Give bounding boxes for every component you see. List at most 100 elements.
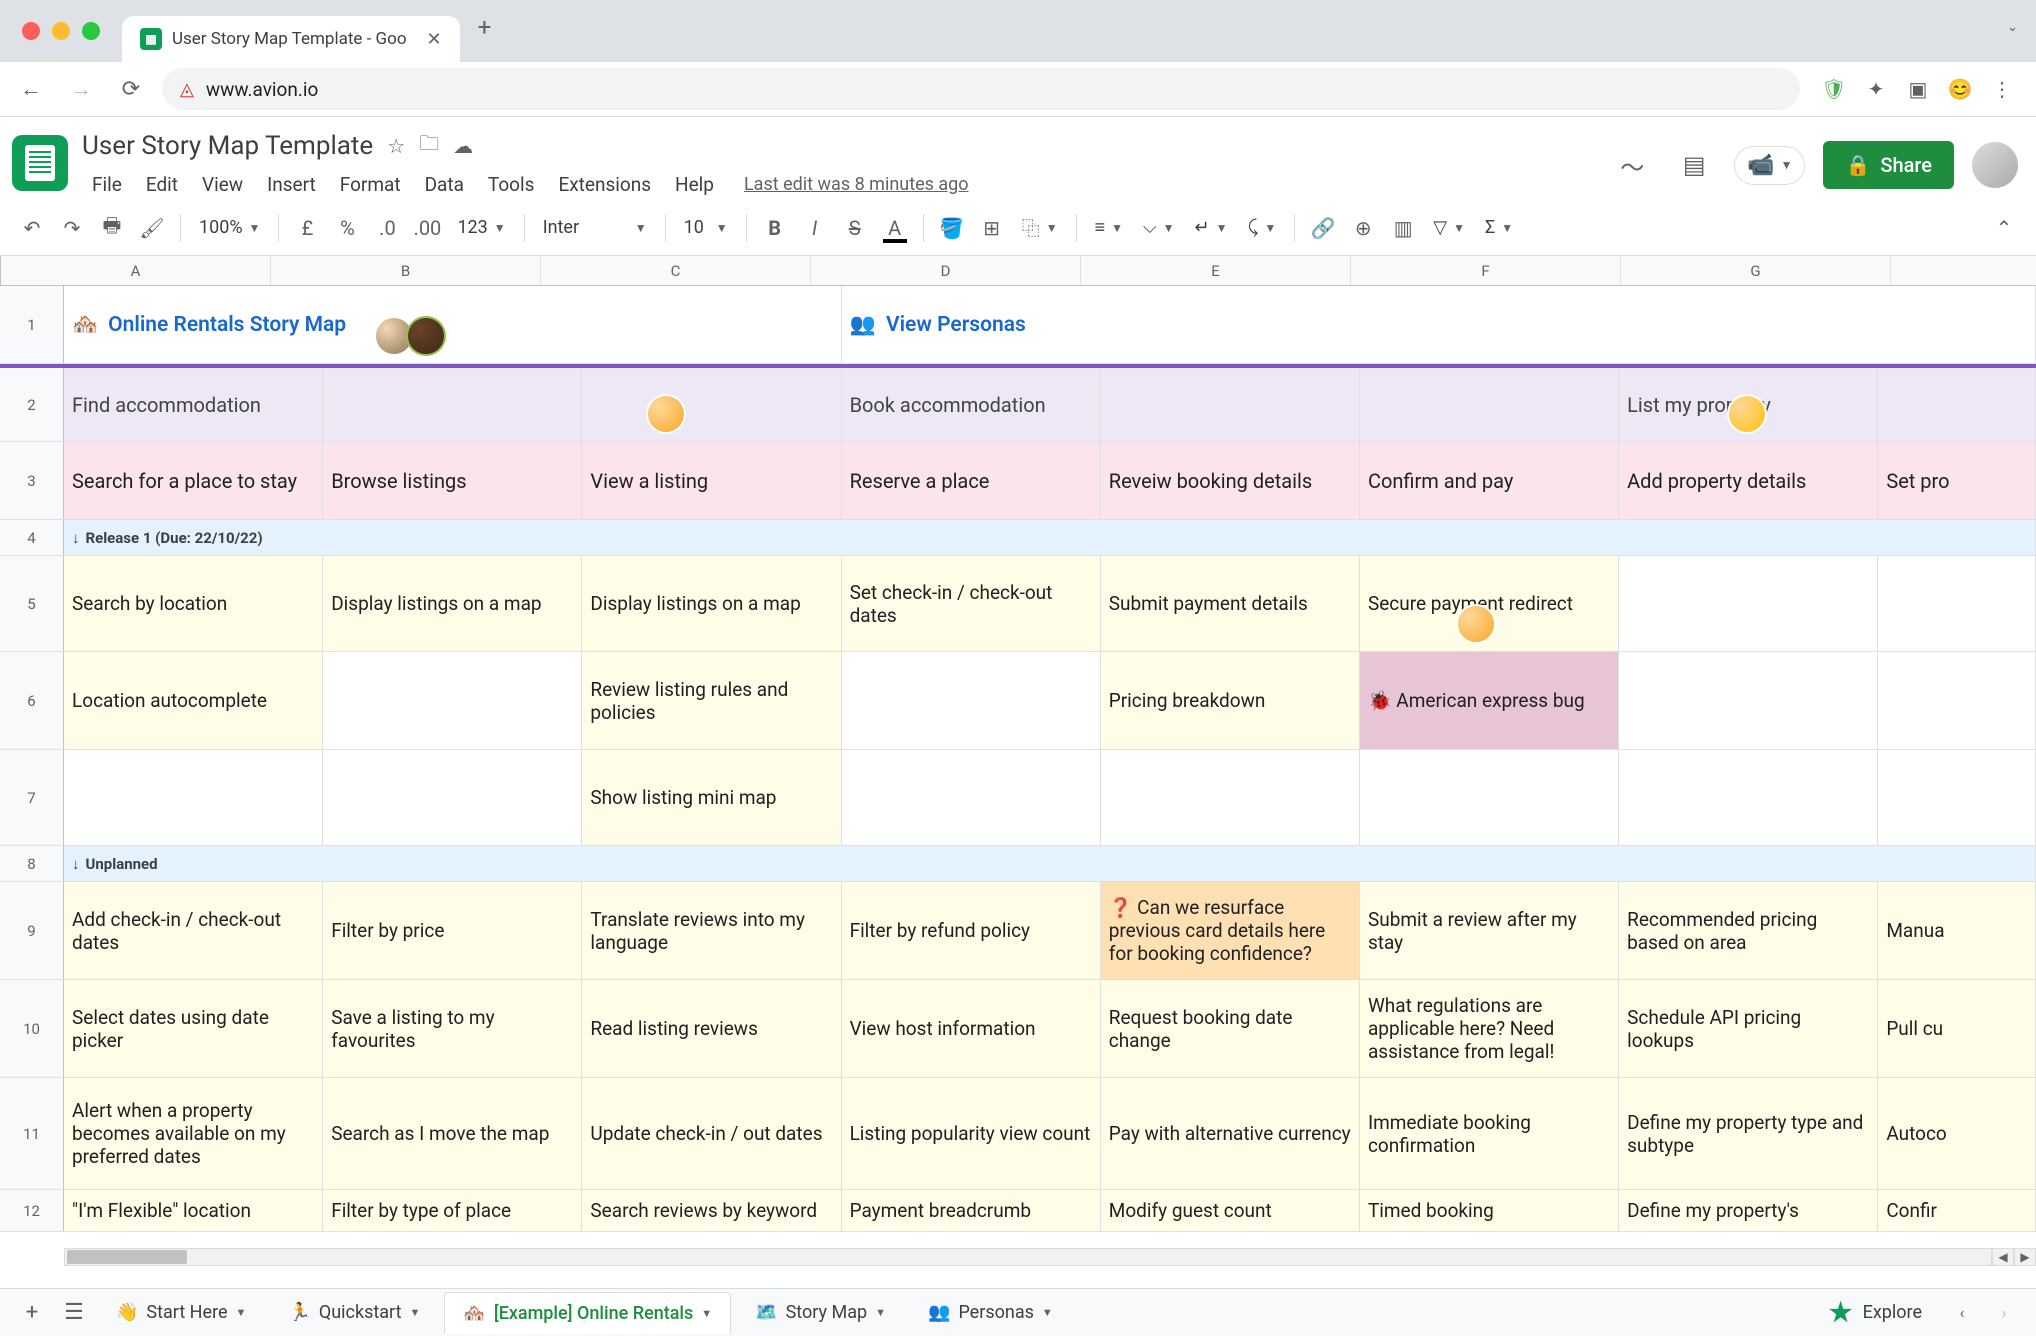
browser-tab[interactable]: ▦ User Story Map Template - Goo ✕	[122, 16, 460, 62]
sheets-logo[interactable]	[12, 135, 68, 191]
italic-button[interactable]: I	[797, 210, 833, 246]
cell[interactable]: Find accommodation	[64, 368, 323, 441]
maximize-window-button[interactable]	[82, 22, 100, 40]
cell[interactable]	[1101, 750, 1360, 845]
cell[interactable]: Review listing rules and policies	[582, 652, 841, 749]
cell[interactable]: Select dates using date picker	[64, 980, 323, 1077]
scroll-thumb[interactable]	[67, 1250, 187, 1264]
row-header-3[interactable]: 3	[0, 442, 64, 519]
percent-button[interactable]: %	[329, 210, 365, 246]
cell[interactable]: Timed booking	[1360, 1190, 1619, 1231]
merge-button[interactable]: ⿻▼	[1014, 215, 1066, 241]
cell[interactable]: What regulations are applicable here? Ne…	[1360, 980, 1619, 1077]
sheet-tab[interactable]: 🏃Quickstart▼	[270, 1292, 438, 1334]
panel-icon[interactable]: ▣	[1904, 75, 1932, 103]
tab-scroll-right-button[interactable]: ›	[1986, 1295, 2022, 1331]
cell[interactable]	[1360, 368, 1619, 441]
forward-button[interactable]: →	[62, 70, 100, 108]
cell[interactable]: Define my property type and subtype	[1619, 1078, 1878, 1189]
cell[interactable]: Search as I move the map	[323, 1078, 582, 1189]
h-align-button[interactable]: ≡▼	[1087, 217, 1131, 238]
cell[interactable]	[1878, 750, 2036, 845]
chevron-down-icon[interactable]: ▼	[701, 1307, 712, 1320]
cell[interactable]: Immediate booking confirmation	[1360, 1078, 1619, 1189]
column-header-B[interactable]: B	[271, 256, 541, 285]
menu-view[interactable]: View	[192, 169, 253, 200]
cell[interactable]: Autoco	[1878, 1078, 2036, 1189]
cell[interactable]	[1878, 556, 2036, 651]
column-header-F[interactable]: F	[1351, 256, 1621, 285]
cell[interactable]: ❓ Can we resurface previous card details…	[1101, 882, 1360, 979]
filter-button[interactable]: ▽▼	[1425, 217, 1473, 238]
cell[interactable]: Request booking date change	[1101, 980, 1360, 1077]
undo-button[interactable]: ↶	[14, 210, 50, 246]
cell[interactable]: Book accommodation	[842, 368, 1101, 441]
chevron-down-icon[interactable]: ▼	[236, 1306, 247, 1319]
cell[interactable]: Filter by type of place	[323, 1190, 582, 1231]
cloud-status-icon[interactable]: ☁	[453, 134, 473, 158]
comments-icon[interactable]: ▤	[1672, 143, 1716, 187]
cell[interactable]: Location autocomplete	[64, 652, 323, 749]
cell[interactable]	[64, 750, 323, 845]
cell[interactable]	[323, 750, 582, 845]
chart-button[interactable]: ▥	[1385, 210, 1421, 246]
fill-color-button[interactable]: 🪣	[934, 210, 970, 246]
column-header-C[interactable]: C	[541, 256, 811, 285]
map-title-cell[interactable]: 🏘️ Online Rentals Story Map	[64, 286, 842, 363]
bold-button[interactable]: B	[757, 210, 793, 246]
persona-avatar[interactable]	[1456, 604, 1496, 644]
font-dropdown[interactable]: Inter▼	[535, 217, 655, 238]
borders-button[interactable]: ⊞	[974, 210, 1010, 246]
scroll-left-icon[interactable]: ◀	[1992, 1248, 2014, 1266]
spreadsheet-grid[interactable]: 1🏘️ Online Rentals Story Map👥 View Perso…	[0, 286, 2036, 1266]
cell[interactable]: Submit payment details	[1101, 556, 1360, 651]
cell[interactable]: Search by location	[64, 556, 323, 651]
star-icon[interactable]: ☆	[387, 134, 405, 158]
paint-format-button[interactable]: 🖌	[134, 210, 170, 246]
meet-button[interactable]: 📹 ▼	[1734, 146, 1805, 185]
cell[interactable]	[323, 368, 582, 441]
cell[interactable]: Set check-in / check-out dates	[842, 556, 1101, 651]
column-header-E[interactable]: E	[1081, 256, 1351, 285]
comment-button[interactable]: ⊕	[1345, 210, 1381, 246]
cell[interactable]: "I'm Flexible" location	[64, 1190, 323, 1231]
release-header[interactable]: ↓ Release 1 (Due: 22/10/22)	[64, 520, 2036, 555]
row-header-5[interactable]: 5	[0, 556, 64, 651]
sheet-tab[interactable]: 🗺️Story Map▼	[737, 1292, 904, 1334]
cell[interactable]: Define my property's	[1619, 1190, 1878, 1231]
row-header-10[interactable]: 10	[0, 980, 64, 1077]
persona-avatar[interactable]	[646, 394, 686, 434]
cell[interactable]	[1360, 750, 1619, 845]
menu-edit[interactable]: Edit	[136, 169, 188, 200]
share-button[interactable]: 🔒 Share	[1823, 141, 1954, 189]
font-size-dropdown[interactable]: 10▼	[676, 217, 736, 238]
row-header-12[interactable]: 12	[0, 1190, 64, 1231]
currency-button[interactable]: £	[289, 210, 325, 246]
cell[interactable]: Reveiw booking details	[1101, 442, 1360, 519]
cell[interactable]: Filter by refund policy	[842, 882, 1101, 979]
account-avatar[interactable]	[1972, 142, 2018, 188]
persona-avatar[interactable]	[406, 316, 446, 356]
view-personas-link[interactable]: 👥 View Personas	[842, 286, 2036, 363]
cell[interactable]	[323, 652, 582, 749]
explore-button[interactable]: Explore	[1813, 1293, 1938, 1333]
cell[interactable]	[1619, 652, 1878, 749]
address-bar[interactable]: ◬ www.avion.io	[162, 68, 1800, 110]
menu-file[interactable]: File	[82, 169, 132, 200]
cell[interactable]: Set pro	[1878, 442, 2036, 519]
activity-icon[interactable]: 〜	[1610, 143, 1654, 187]
document-title[interactable]: User Story Map Template	[82, 131, 373, 161]
cell[interactable]: Save a listing to my favourites	[323, 980, 582, 1077]
extensions-icon[interactable]: ✦	[1862, 75, 1890, 103]
row-header-8[interactable]: 8	[0, 846, 64, 881]
cell[interactable]: Pull cu	[1878, 980, 2036, 1077]
menu-data[interactable]: Data	[415, 169, 474, 200]
cell[interactable]: Add property details	[1619, 442, 1878, 519]
cell[interactable]	[842, 750, 1101, 845]
number-format-dropdown[interactable]: 123▼	[449, 217, 513, 238]
add-sheet-button[interactable]: +	[14, 1295, 50, 1331]
cell[interactable]: Listing popularity view count	[842, 1078, 1101, 1189]
cell[interactable]: Search for a place to stay	[64, 442, 323, 519]
cell[interactable]: Confirm and pay	[1360, 442, 1619, 519]
all-sheets-button[interactable]: ☰	[56, 1295, 92, 1331]
